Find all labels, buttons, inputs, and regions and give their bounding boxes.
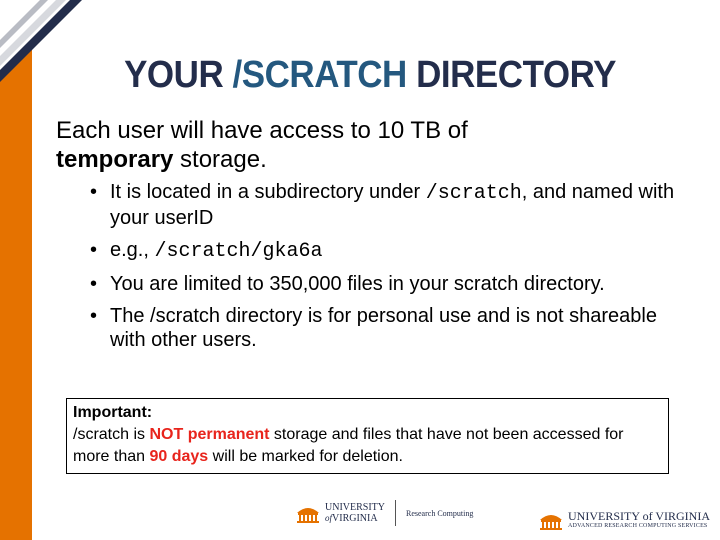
bullet-file-limit: You are limited to 350,000 files in your… [90,272,686,296]
lead-line1: Each user will have access to 10 TB of [56,117,468,144]
bullet-text: It is located in a subdirectory under [110,181,426,203]
slide-title: YOUR /SCRATCH DIRECTORY [85,54,655,97]
bullet-personal-use: The /scratch directory is for personal u… [90,304,686,352]
lead-bold: temporary [56,146,174,173]
title-path: /SCRATCH [232,54,408,96]
arcs-wordmark: UNIVERSITY of VIRGINIA ADVANCED RESEARCH… [568,510,710,530]
uva-line1: UNIVERSITY [325,501,385,513]
notice-highlight-not-permanent: NOT permanent [149,426,270,443]
title-suffix: DIRECTORY [406,54,616,96]
bullet-text: e.g., [110,239,155,261]
rotunda-icon [540,515,563,530]
notice-highlight-90-days: 90 days [149,448,209,465]
code-example-path: /scratch/gka6a [154,240,323,263]
corner-decoration [0,0,82,82]
arcs-name: UNIVERSITY of VIRGINIA [568,509,710,523]
title-prefix: YOUR [124,54,233,96]
slide-body: Each user will have access to 10 TB of t… [56,116,686,360]
uva-of: of [325,512,333,523]
notice-text: will be marked for deletion. [208,448,403,465]
arcs-subtitle: ADVANCED RESEARCH COMPUTING SERVICES [568,523,708,529]
uva-line2: VIRGINIA [332,512,378,524]
bullet-location: It is located in a subdirectory under /s… [90,180,686,230]
code-scratch: /scratch [425,182,522,205]
bullet-text: The /scratch directory is for personal u… [110,305,657,351]
notice-heading: Important: [73,404,153,421]
bullet-list: It is located in a subdirectory under /s… [56,180,686,352]
uva-arcs-logo: UNIVERSITY of VIRGINIA ADVANCED RESEARCH… [538,510,710,530]
logo-divider [395,500,396,526]
lead-paragraph: Each user will have access to 10 TB of t… [56,116,686,174]
bullet-text: You are limited to 350,000 files in your… [110,273,605,295]
lead-rest: storage. [173,146,267,173]
rotunda-icon [297,508,319,523]
bullet-example: e.g., /scratch/gka6a [90,238,686,264]
important-notice-box: Important: /scratch is NOT permanent sto… [66,398,669,474]
uva-wordmark: UNIVERSITY ofVIRGINIA [325,501,385,524]
notice-text: /scratch is [73,426,150,443]
uva-research-computing-logo: UNIVERSITY ofVIRGINIA Research Computing [295,500,473,526]
research-computing-label: Research Computing [406,508,474,518]
